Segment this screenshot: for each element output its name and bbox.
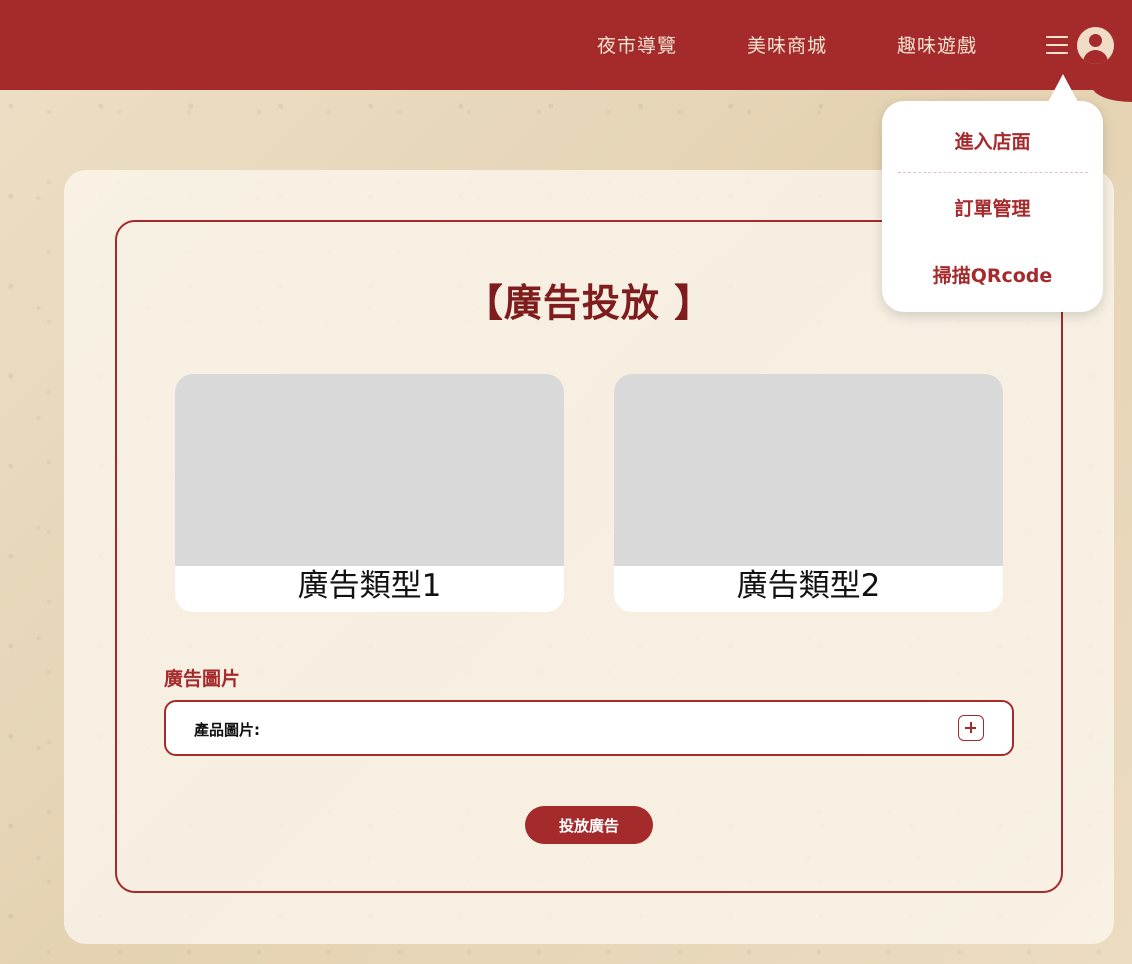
nav-night-market-guide[interactable]: 夜市導覽	[597, 31, 677, 58]
top-header: 夜市導覽 美味商城 趣味遊戲	[0, 0, 1132, 90]
plus-icon[interactable]	[958, 715, 984, 741]
product-image-label: 產品圖片:	[194, 721, 260, 739]
submit-ad-button[interactable]: 投放廣告	[525, 806, 653, 844]
dropdown-divider	[898, 172, 1088, 173]
product-image-upload-field[interactable]: 產品圖片:	[164, 700, 1014, 756]
nav-food-mall[interactable]: 美味商城	[747, 31, 827, 58]
menu-item-enter-store[interactable]: 進入店面	[882, 127, 1103, 154]
header-curve-decoration	[1092, 86, 1132, 102]
ad-image-section-label: 廣告圖片	[164, 668, 241, 690]
ad-type-image-placeholder	[175, 374, 564, 566]
menu-item-order-management[interactable]: 訂單管理	[882, 194, 1103, 221]
ad-type-card-1[interactable]: 廣告類型1	[175, 374, 564, 612]
user-dropdown-menu: 進入店面 訂單管理 掃描QRcode	[882, 101, 1103, 312]
user-avatar-icon[interactable]	[1077, 27, 1114, 64]
ad-type-label: 廣告類型1	[297, 568, 442, 604]
ad-type-card-2[interactable]: 廣告類型2	[614, 374, 1003, 612]
nav-fun-games[interactable]: 趣味遊戲	[897, 31, 977, 58]
ad-type-image-placeholder	[614, 374, 1003, 566]
menu-item-scan-qrcode[interactable]: 掃描QRcode	[882, 261, 1103, 288]
ad-type-label: 廣告類型2	[736, 568, 881, 604]
dropdown-pointer	[1048, 74, 1078, 102]
hamburger-icon[interactable]	[1046, 36, 1068, 54]
